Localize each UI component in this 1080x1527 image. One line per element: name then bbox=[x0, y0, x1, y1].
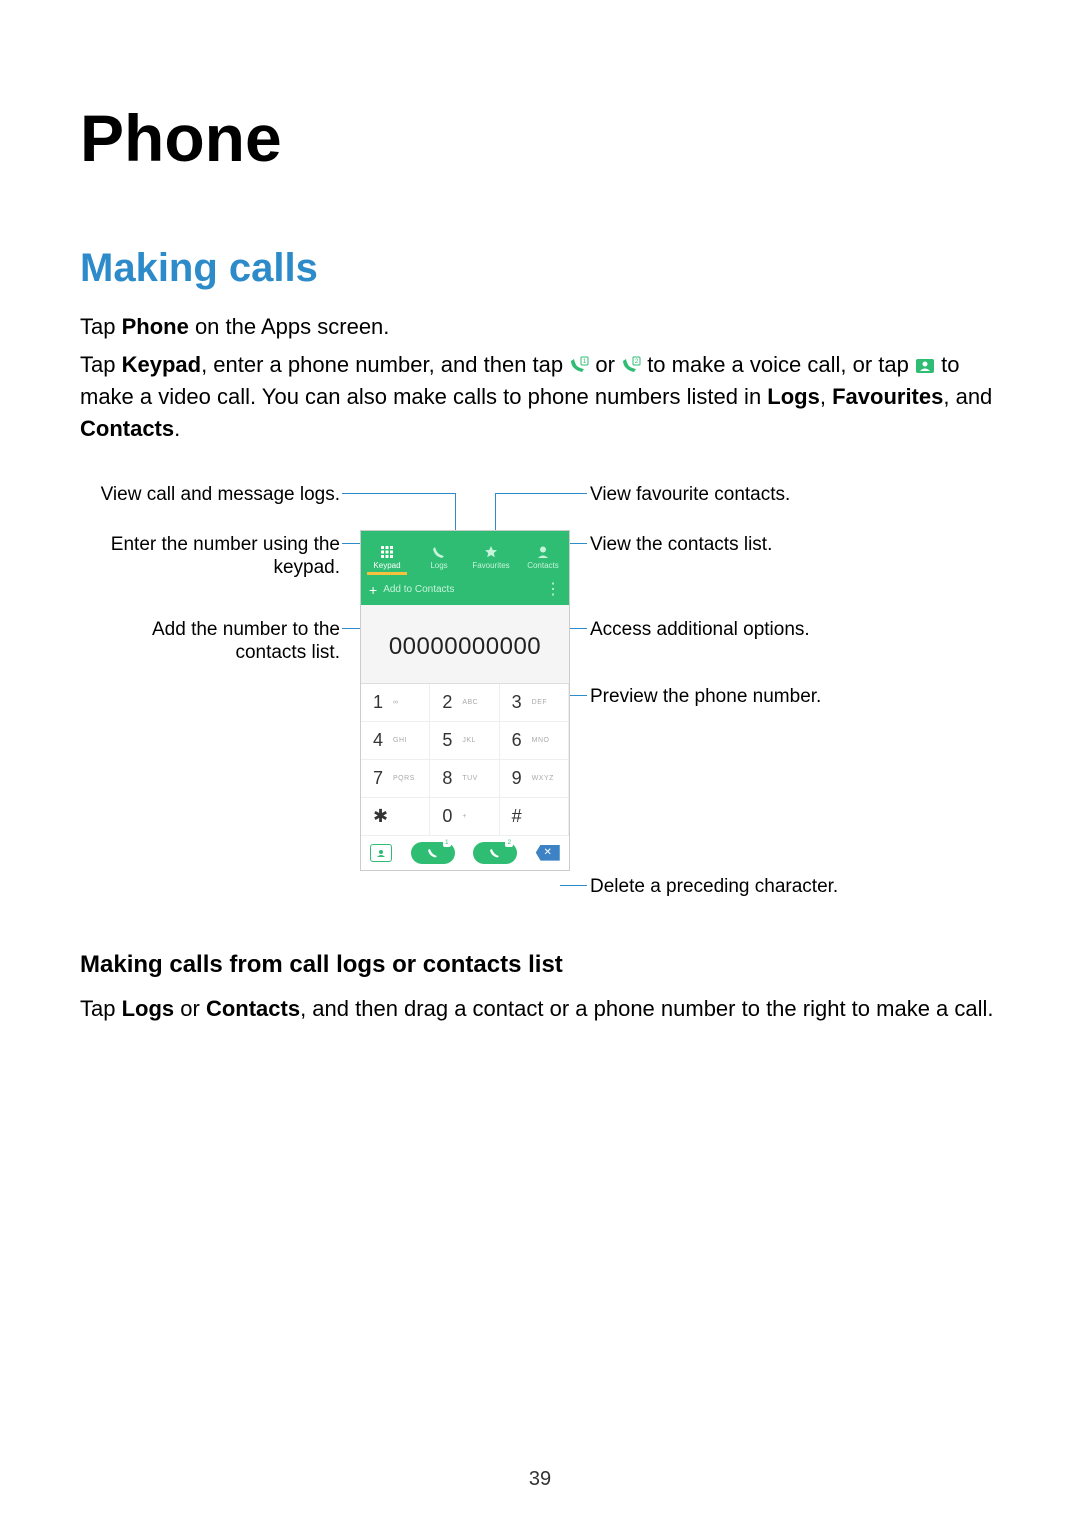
number-display: 00000000000 bbox=[361, 605, 569, 683]
text: Tap bbox=[80, 352, 122, 377]
intro-para-2: Tap Keypad, enter a phone number, and th… bbox=[80, 349, 1000, 445]
text: on the Apps screen. bbox=[189, 314, 390, 339]
tab-favourites[interactable]: Favourites bbox=[465, 545, 517, 573]
leader bbox=[560, 885, 587, 886]
leader bbox=[495, 493, 587, 494]
callout-add-contact: Add the number to the contacts list. bbox=[80, 618, 340, 666]
callout-favourites: View favourite contacts. bbox=[590, 483, 890, 507]
subsection-para: Tap Logs or Contacts, and then drag a co… bbox=[80, 993, 1000, 1025]
callout-logs: View call and message logs. bbox=[80, 483, 340, 507]
text: , bbox=[820, 384, 832, 409]
leader bbox=[495, 493, 496, 533]
callout-keypad: Enter the number using the keypad. bbox=[80, 533, 340, 581]
video-call-icon bbox=[915, 356, 935, 376]
text: or bbox=[595, 352, 621, 377]
page-title: Phone bbox=[80, 100, 1000, 176]
section-heading: Making calls bbox=[80, 246, 1000, 291]
key-8[interactable]: 8TUV bbox=[430, 760, 499, 798]
key-hash[interactable]: # bbox=[500, 798, 569, 836]
text: , and then drag a contact or a phone num… bbox=[300, 996, 993, 1021]
key-3[interactable]: 3DEF bbox=[500, 684, 569, 722]
keypad-icon bbox=[380, 545, 394, 559]
call-sim1-icon: 1 bbox=[569, 356, 589, 376]
callout-delete: Delete a preceding character. bbox=[590, 875, 890, 899]
leader bbox=[455, 493, 456, 533]
tab-contacts[interactable]: Contacts bbox=[517, 545, 569, 573]
tab-label: Keypad bbox=[373, 561, 400, 570]
tab-label: Logs bbox=[430, 561, 447, 570]
backspace-button[interactable]: ✕ bbox=[536, 845, 560, 861]
logs-bold: Logs bbox=[767, 384, 820, 409]
callout-more-options: Access additional options. bbox=[590, 618, 890, 642]
key-4[interactable]: 4GHI bbox=[361, 722, 430, 760]
key-9[interactable]: 9WXYZ bbox=[500, 760, 569, 798]
key-1[interactable]: 1∞ bbox=[361, 684, 430, 722]
contacts-bold: Contacts bbox=[80, 416, 174, 441]
tab-label: Favourites bbox=[472, 561, 509, 570]
call-sim2-icon: 2 bbox=[621, 356, 641, 376]
text: Tap bbox=[80, 314, 122, 339]
logs-bold: Logs bbox=[122, 996, 175, 1021]
plus-icon[interactable]: + bbox=[369, 582, 377, 598]
keypad: 1∞ 2ABC 3DEF 4GHI 5JKL 6MNO 7PQRS 8TUV 9… bbox=[361, 684, 569, 836]
contacts-bold: Contacts bbox=[206, 996, 300, 1021]
more-options-icon[interactable]: ⋮ bbox=[545, 585, 561, 595]
tab-label: Contacts bbox=[527, 561, 559, 570]
page-number: 39 bbox=[0, 1468, 1080, 1491]
add-to-contacts-bar: + Add to Contacts ⋮ bbox=[361, 575, 569, 605]
call-sim2-button[interactable]: 2 bbox=[473, 842, 517, 864]
phone-bold: Phone bbox=[122, 314, 189, 339]
phone-mock: Keypad Logs Favourites Contacts + Add to… bbox=[360, 530, 570, 871]
text: , and bbox=[943, 384, 992, 409]
key-7[interactable]: 7PQRS bbox=[361, 760, 430, 798]
text: . bbox=[174, 416, 180, 441]
keypad-bold: Keypad bbox=[122, 352, 201, 377]
video-call-button[interactable] bbox=[370, 844, 392, 862]
action-row: 1 2 ✕ bbox=[361, 836, 569, 870]
tab-bar: Keypad Logs Favourites Contacts bbox=[361, 531, 569, 575]
tab-logs[interactable]: Logs bbox=[413, 545, 465, 573]
key-star[interactable]: ✱ bbox=[361, 798, 430, 836]
key-0[interactable]: 0+ bbox=[430, 798, 499, 836]
tab-keypad[interactable]: Keypad bbox=[361, 545, 413, 573]
text: to make a voice call, or tap bbox=[647, 352, 915, 377]
text: Tap bbox=[80, 996, 122, 1021]
add-to-contacts-label[interactable]: Add to Contacts bbox=[383, 584, 454, 595]
person-icon bbox=[536, 545, 550, 559]
subsection-heading: Making calls from call logs or contacts … bbox=[80, 951, 1000, 979]
callout-contacts-list: View the contacts list. bbox=[590, 533, 890, 557]
intro-para-1: Tap Phone on the Apps screen. bbox=[80, 311, 1000, 343]
phone-figure: View call and message logs. Enter the nu… bbox=[80, 475, 1000, 915]
key-5[interactable]: 5JKL bbox=[430, 722, 499, 760]
leader bbox=[342, 493, 455, 494]
text: , enter a phone number, and then tap bbox=[201, 352, 569, 377]
callout-number-preview: Preview the phone number. bbox=[590, 685, 890, 709]
favourites-bold: Favourites bbox=[832, 384, 943, 409]
call-sim1-button[interactable]: 1 bbox=[411, 842, 455, 864]
star-icon bbox=[484, 545, 498, 559]
text: or bbox=[174, 996, 206, 1021]
key-6[interactable]: 6MNO bbox=[500, 722, 569, 760]
sim-badge: 1 bbox=[443, 839, 451, 847]
sim-badge: 2 bbox=[505, 839, 513, 847]
key-2[interactable]: 2ABC bbox=[430, 684, 499, 722]
phone-icon bbox=[432, 545, 446, 559]
